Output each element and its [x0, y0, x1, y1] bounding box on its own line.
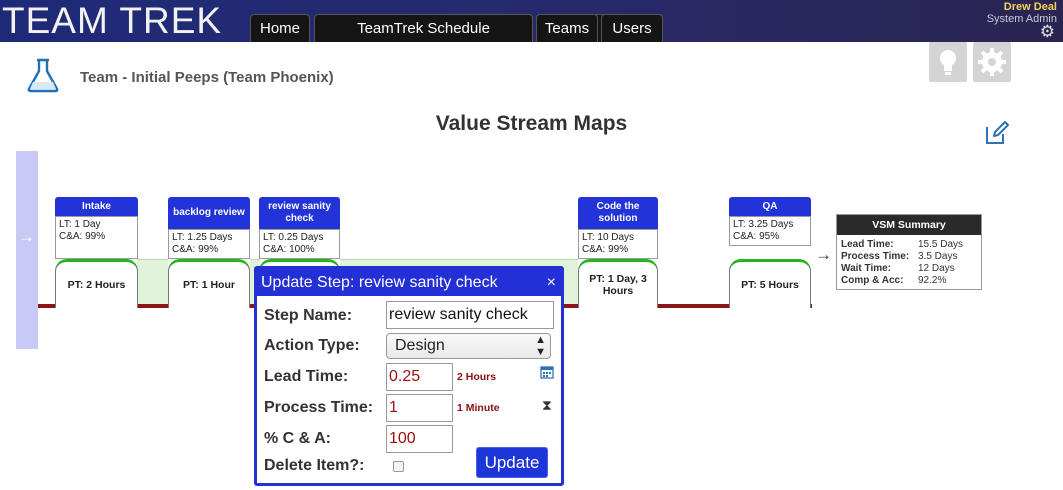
update-button[interactable]: Update	[476, 447, 548, 478]
wait-zone	[137, 259, 168, 304]
summary-key: Comp & Acc:	[841, 275, 904, 286]
close-icon[interactable]: ×	[547, 269, 556, 296]
stream-start-rail: →	[16, 151, 38, 349]
team-title: Team - Initial Peeps (Team Phoenix)	[80, 69, 334, 86]
step-info: LT: 1 Day C&A: 99%	[55, 216, 138, 259]
step-name-label: Step Name:	[264, 307, 353, 324]
step-info: LT: 10 Days C&A: 99%	[578, 229, 658, 259]
nav-users[interactable]: Users	[601, 14, 663, 42]
dialog-title: Update Step: review sanity check	[261, 274, 498, 291]
step-ca: C&A: 100%	[263, 244, 315, 255]
process-time-label: Process Time:	[264, 399, 374, 416]
lead-time-label: Lead Time:	[264, 368, 349, 385]
summary-value: 92.2%	[918, 275, 947, 286]
step-process-time[interactable]: PT: 1 Hour	[168, 259, 250, 308]
step-lead-time: LT: 1 Day	[59, 219, 101, 230]
delete-item-label: Delete Item?:	[264, 457, 365, 474]
step-ca: C&A: 95%	[733, 231, 780, 242]
summary-row: Lead Time: 15.5 Days	[837, 239, 981, 251]
select-arrows-icon: ▲ ▼	[535, 334, 546, 358]
summary-value: 15.5 Days	[918, 239, 964, 250]
step-lead-time: LT: 0.25 Days	[263, 232, 324, 243]
gear-icon	[978, 48, 1006, 76]
summary-row: Process Time: 3.5 Days	[837, 251, 981, 263]
dialog-header: Update Step: review sanity check ×	[257, 269, 561, 296]
settings-gear-icon[interactable]: ⚙	[1040, 22, 1055, 42]
step-header-code-the-solution[interactable]: Code the solution	[578, 197, 658, 229]
step-info: LT: 1.25 Days C&A: 99%	[168, 229, 250, 259]
gear-button[interactable]	[973, 42, 1011, 82]
edit-icon[interactable]	[984, 120, 1010, 146]
step-header-intake[interactable]: Intake	[55, 197, 138, 216]
step-header-backlog-review[interactable]: backlog review	[168, 197, 250, 229]
arrow-right-icon: →	[18, 227, 35, 246]
page-title: Value Stream Maps	[435, 112, 628, 135]
summary-key: Process Time:	[841, 251, 910, 262]
arrow-right-icon: →	[815, 245, 832, 264]
lightbulb-icon	[940, 50, 956, 75]
step-info: LT: 0.25 Days C&A: 100%	[259, 229, 340, 259]
step-ca: C&A: 99%	[582, 244, 629, 255]
lightbulb-button[interactable]	[929, 42, 967, 82]
step-ca: C&A: 99%	[172, 244, 219, 255]
summary-key: Lead Time:	[841, 239, 894, 250]
page: TEAM TREK Home TeamTrek Schedule Teams T…	[0, 0, 1063, 490]
ca-input[interactable]: 100	[386, 425, 453, 453]
user-name: Drew Deal	[1003, 1, 1057, 13]
step-process-time[interactable]: PT: 1 Day, 3 Hours	[578, 259, 658, 308]
summary-row: Wait Time: 12 Days	[837, 263, 981, 275]
summary-value: 3.5 Days	[918, 251, 958, 262]
lead-time-input[interactable]: 0.25	[386, 363, 453, 391]
step-header-review-sanity-check[interactable]: review sanity check	[259, 197, 340, 229]
vsm-summary: VSM Summary Lead Time: 15.5 Days Process …	[836, 214, 982, 290]
nav-teamtrek-schedule[interactable]: TeamTrek Schedule	[314, 14, 533, 42]
ca-label: % C & A:	[264, 430, 331, 447]
flask-icon	[27, 58, 59, 93]
action-type-select[interactable]: Design ▲ ▼	[386, 333, 551, 359]
calendar-icon[interactable]	[540, 365, 554, 379]
step-lead-time: LT: 1.25 Days	[172, 232, 233, 243]
action-type-value: Design	[395, 337, 445, 354]
step-process-time[interactable]: PT: 5 Hours	[729, 259, 811, 308]
process-time-hint: 1 Minute	[457, 402, 500, 414]
lead-time-hint: 2 Hours	[457, 371, 497, 383]
action-type-label: Action Type:	[264, 337, 360, 354]
top-bar: TEAM TREK Home TeamTrek Schedule Teams T…	[0, 0, 1063, 42]
brand-logo[interactable]: TEAM TREK	[2, 0, 222, 42]
step-name-input[interactable]: review sanity check	[386, 301, 554, 329]
update-step-dialog: Update Step: review sanity check × Step …	[254, 266, 564, 486]
step-header-qa[interactable]: QA	[729, 197, 811, 216]
nav-home[interactable]: Home	[250, 14, 310, 42]
step-ca: C&A: 99%	[59, 231, 106, 242]
delete-item-checkbox[interactable]	[393, 461, 404, 472]
step-info: LT: 3.25 Days C&A: 95%	[729, 216, 811, 246]
summary-value: 12 Days	[918, 263, 955, 274]
summary-key: Wait Time:	[841, 263, 892, 274]
hourglass-icon[interactable]: ⧗	[542, 397, 552, 414]
process-time-input[interactable]: 1	[386, 394, 453, 422]
nav-teams-tab[interactable]: Teams	[536, 14, 598, 42]
step-lead-time: LT: 10 Days	[582, 232, 635, 243]
step-lead-time: LT: 3.25 Days	[733, 219, 794, 230]
vsm-summary-title: VSM Summary	[837, 215, 981, 235]
step-process-time[interactable]: PT: 2 Hours	[55, 259, 138, 308]
summary-row: Comp & Acc: 92.2%	[837, 275, 981, 287]
